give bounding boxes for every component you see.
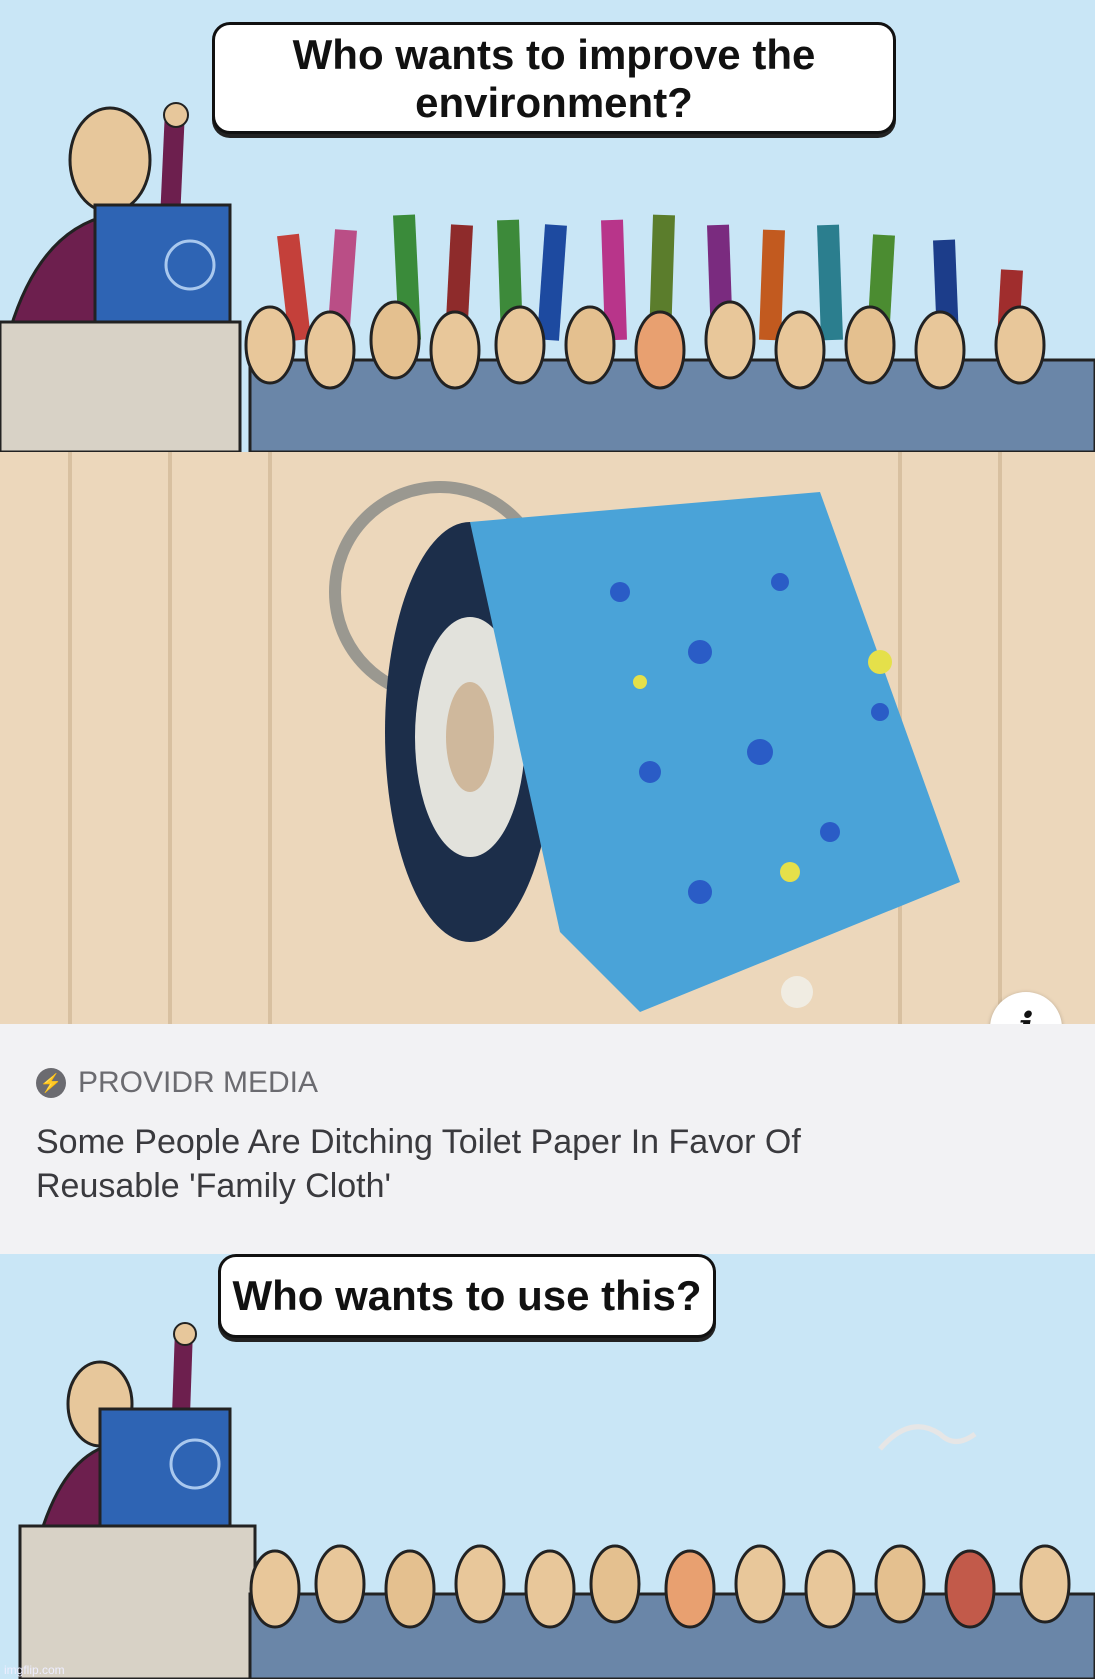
article-headline[interactable]: Some People Are Ditching Toilet Paper In…	[36, 1120, 1046, 1208]
speech-bubble-bottom: Who wants to use this?	[218, 1254, 716, 1338]
crowd	[248, 1544, 1095, 1679]
watermark: imgflip.com	[4, 1663, 65, 1677]
family-cloth-roll-photo	[0, 452, 1095, 1024]
headline-line-2: Reusable 'Family Cloth'	[36, 1167, 392, 1205]
speech-bubble-bottom-text: Who wants to use this?	[232, 1272, 702, 1319]
speech-bubble-top-text: Who wants to improve the environment?	[292, 31, 816, 126]
article-caption: ⚡ PROVIDR MEDIA Some People Are Ditching…	[0, 1024, 1095, 1254]
podium	[18, 1407, 257, 1679]
fly-doodle	[878, 1424, 977, 1451]
lightning-icon: ⚡	[36, 1068, 66, 1098]
article-source: ⚡ PROVIDR MEDIA	[36, 1066, 318, 1100]
source-name: PROVIDR MEDIA	[78, 1066, 319, 1099]
top-comic-panel: Who wants to improve the environment?	[0, 0, 1095, 452]
speech-bubble-top: Who wants to improve the environment?	[212, 22, 896, 134]
article-card[interactable]: i ⚡ PROVIDR MEDIA Some People Are Ditchi…	[0, 452, 1095, 1254]
headline-line-1: Some People Are Ditching Toilet Paper In…	[36, 1123, 801, 1161]
bottom-comic-panel: Who wants to use this? imgflip.com	[0, 1254, 1095, 1679]
crowd	[244, 214, 1095, 452]
podium	[0, 203, 242, 452]
